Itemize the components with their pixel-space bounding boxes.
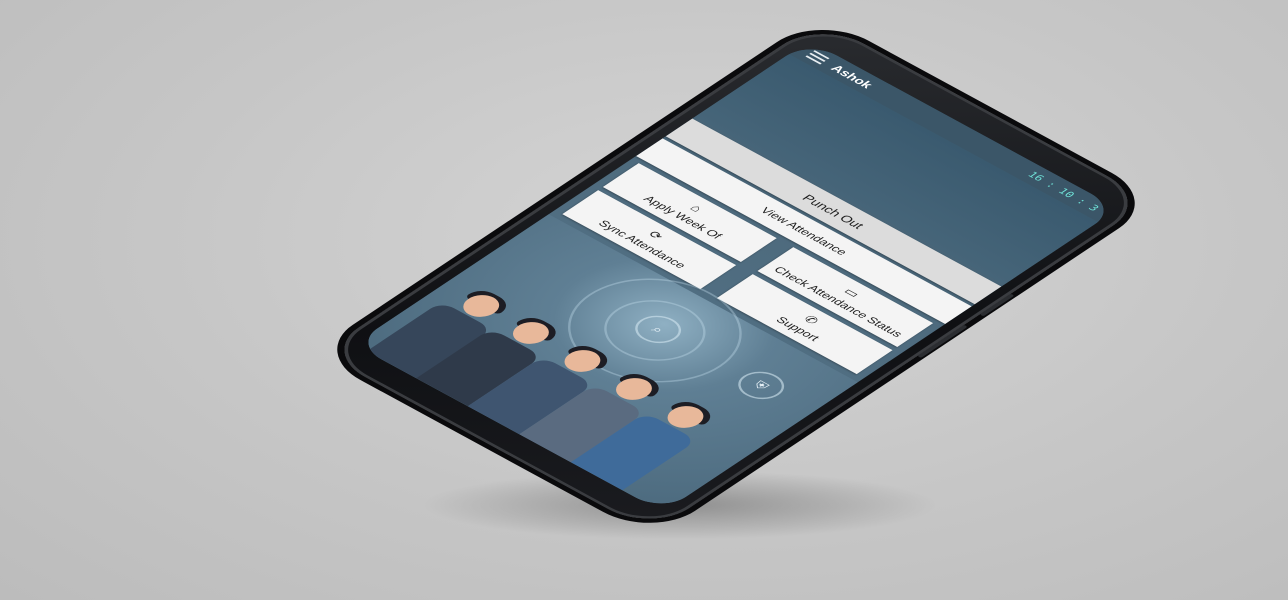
phone-scene: Ashok 16 : 10 : 3 Punch Out View Attenda… xyxy=(0,0,1288,600)
hamburger-menu-icon[interactable] xyxy=(805,50,830,65)
lock-icon: ⛨ xyxy=(728,366,794,405)
app-screen: Ashok 16 : 10 : 3 Punch Out View Attenda… xyxy=(353,40,1119,513)
smartphone: Ashok 16 : 10 : 3 Punch Out View Attenda… xyxy=(320,20,1152,533)
home-icon: ⌂ xyxy=(687,202,707,214)
